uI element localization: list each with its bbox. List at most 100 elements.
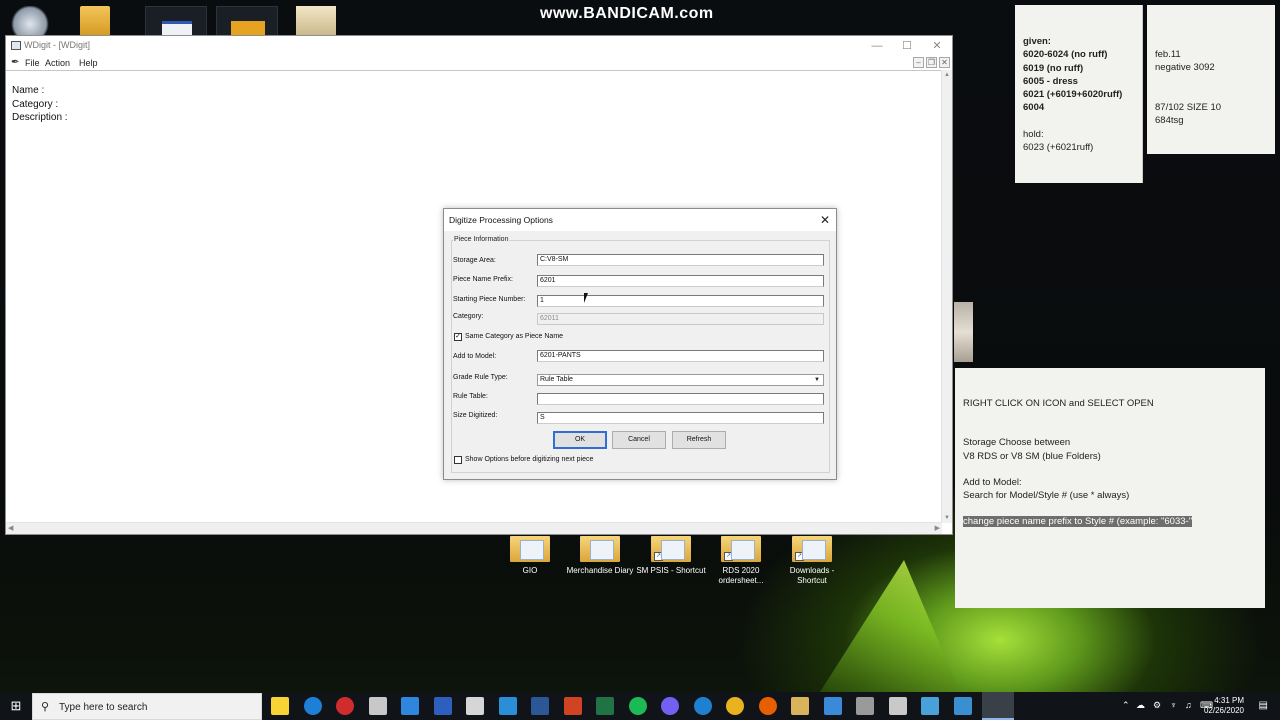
vertical-scrollbar[interactable]: ▲ ▼ [941,70,952,523]
app-taskbar-icon[interactable] [856,697,874,715]
app-taskbar-icon[interactable] [434,697,452,715]
cancel-button[interactable]: Cancel [612,431,666,449]
app-taskbar-icon[interactable] [921,697,939,715]
desktop-icon-label: Shortcut [797,576,827,585]
scroll-up-icon[interactable]: ▲ [944,72,950,78]
note-line: 87/102 SIZE 10 [1155,101,1222,113]
add-to-model-field[interactable]: 6201-PANTS [537,350,824,362]
taskbar-search-box[interactable]: ⚲ Type here to search [32,693,262,720]
menu-help[interactable]: Help [79,58,98,68]
sticky-note-instructions[interactable]: RIGHT CLICK ON ICON and SELECT OPEN Stor… [955,368,1265,608]
starting-piece-number-field[interactable]: 1 [537,295,824,307]
description-label: Description : [12,112,68,123]
app-taskbar-icon[interactable] [954,697,972,715]
desktop-icon-rds-2020[interactable]: ↗ RDS 2020 ordersheet... [706,536,776,586]
mdi-close-button[interactable]: ✕ [939,57,950,68]
firefox-taskbar-icon[interactable] [759,697,777,715]
show-hidden-icons[interactable]: ⌃ [1122,700,1130,711]
note-line: Add to Model: [963,476,1022,488]
note-line: 6021 (+6019+6020ruff) [1023,89,1123,101]
folder-shortcut-icon: ↗ [651,536,691,562]
minimize-button[interactable]: — [862,38,892,54]
size-digitized-label: Size Digitized: [453,412,498,419]
calculator-taskbar-icon[interactable] [466,697,484,715]
close-button[interactable]: ✕ [922,38,952,54]
volume-icon[interactable]: ♫ [1185,700,1192,710]
title-bar[interactable]: WDigit - [WDigit] — ☐ ✕ [6,36,952,56]
app-taskbar-icon[interactable] [824,697,842,715]
excel-taskbar-icon[interactable] [596,697,614,715]
dialog-close-icon[interactable]: ✕ [817,212,833,228]
folder-icon[interactable] [80,6,110,36]
taskbar-clock[interactable]: 4:31 PM 02/26/2020 [1204,696,1244,716]
network-icon[interactable]: ♆ [1170,700,1177,710]
viber-taskbar-icon[interactable] [661,697,679,715]
maximize-button[interactable]: ☐ [892,38,922,54]
desktop-icon-merchandise-diary[interactable]: Merchandise Diary [565,536,635,576]
dialog-title-bar[interactable]: Digitize Processing Options ✕ [444,209,836,231]
menu-action[interactable]: Action [45,58,70,68]
mdi-minimize-button[interactable]: – [913,57,924,68]
mdi-restore-button[interactable]: ❐ [926,57,937,68]
desktop-icon-gio[interactable]: GIO [495,536,565,576]
powerpoint-taskbar-icon[interactable] [564,697,582,715]
edge-taskbar-icon[interactable] [694,697,712,715]
storage-area-field[interactable]: C:V8-SM [537,254,824,266]
app-taskbar-icon[interactable] [369,697,387,715]
note-line: 6004 [1023,102,1045,114]
search-icon: ⚲ [41,701,50,713]
note-highlighted-line: change piece name prefix to Style # (exa… [963,516,1193,528]
file-explorer-taskbar-icon[interactable] [791,697,809,715]
sticky-notes-taskbar-icon[interactable] [271,697,289,715]
grade-rule-type-select[interactable]: Rule Table ▼ [537,374,824,386]
refresh-button[interactable]: Refresh [672,431,726,449]
piece-name-prefix-field[interactable]: 6201 [537,275,824,287]
app-taskbar-icon[interactable] [889,697,907,715]
horizontal-scrollbar[interactable]: ◀ ▶ [6,522,942,534]
ok-button[interactable]: OK [553,431,607,449]
desktop-icon-downloads[interactable]: ↗ Downloads - Shortcut [777,536,847,586]
sticky-note-given[interactable]: given: 6020-6024 (no ruff) 6019 (no ruff… [1015,5,1143,183]
note-line: negative 3092 [1155,62,1215,74]
same-category-checkbox[interactable]: ✓ [454,333,462,341]
tray-app-icon[interactable]: ☁ [1136,700,1145,711]
window-thumbnail-icon[interactable] [145,6,207,38]
wdigit-taskbar-button[interactable] [982,692,1014,720]
menu-file[interactable]: File [25,58,40,68]
category-label: Category : [12,99,59,110]
app-taskbar-icon[interactable] [401,697,419,715]
desktop-icon-label: SM PSIS - Shortcut [636,566,706,575]
category-label: Category: [453,313,484,320]
spotify-taskbar-icon[interactable] [629,697,647,715]
folder-thumbnail-icon[interactable] [216,6,278,36]
rule-table-field[interactable] [537,393,824,405]
desktop-icon-label: RDS 2020 [722,566,760,575]
scroll-left-icon[interactable]: ◀ [8,524,13,532]
note-line: Search for Model/Style # (use * always) [963,490,1130,502]
scroll-right-icon[interactable]: ▶ [935,524,940,532]
image-thumbnail[interactable] [954,302,973,362]
word-taskbar-icon[interactable] [531,697,549,715]
teamviewer-taskbar-icon[interactable] [304,697,322,715]
windows-start-icon[interactable]: ⊞ [0,692,32,720]
chrome-taskbar-icon[interactable] [726,697,744,715]
desktop-icon-label: Downloads - [789,566,835,575]
desktop-icon-label: GIO [522,566,538,575]
tray-app-icon[interactable]: ⚙ [1153,700,1161,711]
digitizer-pen-icon: ✒ [11,57,20,68]
bandicam-taskbar-icon[interactable] [336,697,354,715]
same-category-label: Same Category as Piece Name [465,333,564,340]
note-line: 6019 (no ruff) [1023,62,1084,74]
desktop-icon-sm-psis[interactable]: ↗ SM PSIS - Shortcut [636,536,706,576]
recycle-bin-icon[interactable] [10,6,50,36]
sticky-note-feb[interactable]: feb.11 negative 3092 87/102 SIZE 10 684t… [1147,5,1275,154]
show-options-checkbox[interactable] [454,456,462,464]
chevron-down-icon[interactable]: ▼ [812,376,822,384]
grade-rule-type-label: Grade Rule Type: [453,374,508,381]
scroll-down-icon[interactable]: ▼ [944,515,950,521]
size-digitized-field[interactable]: S [537,412,824,424]
document-icon[interactable] [296,6,336,36]
download-folder-icon: ↗ [792,536,832,562]
notification-icon[interactable]: ▤ [1259,700,1268,711]
calendar-taskbar-icon[interactable] [499,697,517,715]
